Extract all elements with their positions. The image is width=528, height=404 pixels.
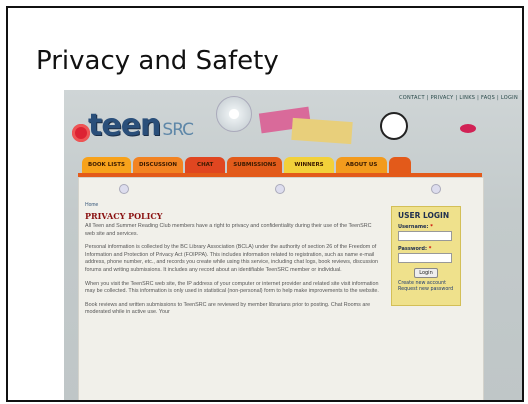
tab-chat[interactable]: CHAT [185,157,226,173]
login-button[interactable]: Login [414,268,438,278]
slide: Privacy and Safety CONTACT | PRIVACY | L… [6,6,524,402]
main-column: Home PRIVACY POLICY All Teen and Summer … [85,202,379,323]
paragraph: All Teen and Summer Reading Club members… [85,223,372,237]
site-logo[interactable]: teen SRC [88,108,194,143]
top-nav-links[interactable]: LINKS [459,95,475,101]
binder-hole-right [431,184,441,194]
slide-title: Privacy and Safety [36,46,279,76]
main-tabs: BOOK LISTS DISCUSSION CHAT SUBMISSIONS W… [82,157,412,173]
top-nav: CONTACT | PRIVACY | LINKS | FAQS | LOGIN [399,95,518,101]
tab-discussion[interactable]: DISCUSSION [132,157,184,173]
top-nav-login[interactable]: LOGIN [501,95,518,101]
content-area: Home PRIVACY POLICY All Teen and Summer … [78,177,484,400]
top-nav-contact[interactable]: CONTACT [399,95,425,101]
top-nav-privacy[interactable]: PRIVACY [431,95,454,101]
username-label-text: Username: [398,224,429,230]
tab-extra [389,157,412,173]
required-mark: * [430,224,433,230]
login-title: USER LOGIN [398,211,450,220]
lips-decoration [460,124,476,133]
binder-hole-middle [275,184,285,194]
password-label-text: Password: [398,246,427,252]
binder-hole-left [119,184,129,194]
tab-about-us[interactable]: ABOUT US [335,157,388,173]
cd-decoration [216,96,252,132]
tab-book-lists[interactable]: BOOK LISTS [82,157,131,173]
breadcrumb[interactable]: Home [85,202,379,208]
username-label: Username: * [398,224,454,230]
create-account-link[interactable]: Create new account [398,281,454,286]
logo-sub: SRC [162,120,194,140]
paragraph: When you visit the TeenSRC web site, the… [85,280,379,295]
tab-winners[interactable]: WINNERS [284,157,334,173]
tab-submissions[interactable]: SUBMISSIONS [227,157,283,173]
required-mark: * [428,246,432,252]
figure-decoration [380,112,408,140]
top-nav-faqs[interactable]: FAQS [481,95,495,101]
paragraph: Book reviews and written submissions to … [85,301,371,316]
logo-main: teen [88,108,161,143]
page-heading: PRIVACY POLICY [85,211,163,221]
password-input[interactable] [398,253,452,263]
request-password-link[interactable]: Request new password [398,287,454,292]
password-label: Password: * [398,246,454,252]
website-screenshot: CONTACT | PRIVACY | LINKS | FAQS | LOGIN… [64,90,522,400]
username-input[interactable] [398,231,452,241]
paragraph: Personal information is collected by the… [85,244,379,273]
note-decoration [291,117,353,145]
user-login-box: USER LOGIN Username: * Password: * Login… [391,206,461,306]
